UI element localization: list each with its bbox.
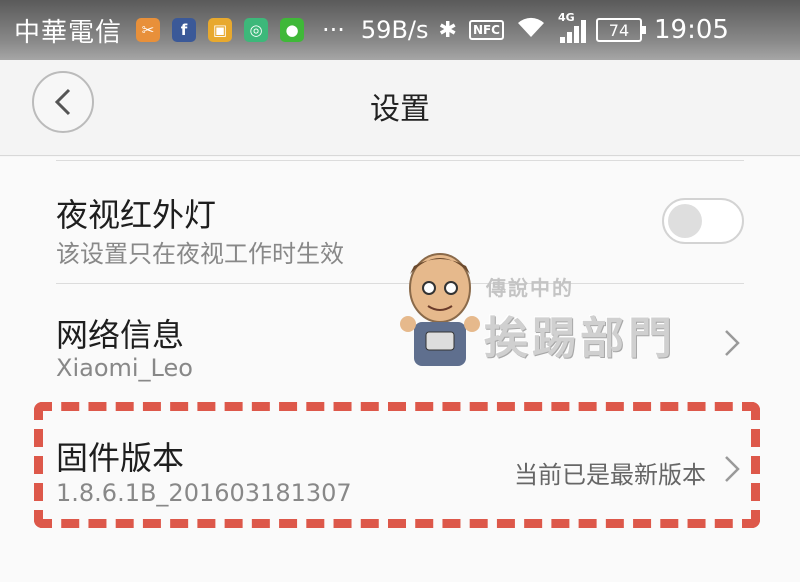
watermark-line1: 傳說中的 bbox=[486, 276, 574, 300]
mi-home-icon: ◎ bbox=[244, 18, 269, 42]
highlight-box bbox=[34, 402, 760, 528]
clock: 19:05 bbox=[653, 15, 729, 45]
nfc-icon: NFC bbox=[468, 20, 504, 40]
page-title: 设置 bbox=[370, 92, 430, 127]
bluetooth-icon: ✱ bbox=[438, 17, 457, 43]
toggle-knob bbox=[668, 204, 702, 238]
network-type: 4G bbox=[557, 11, 575, 24]
facebook-icon: f bbox=[172, 18, 197, 42]
network-subtitle: Xiaomi_Leo bbox=[56, 354, 193, 382]
network-speed: 59B/s bbox=[360, 16, 429, 44]
night-ir-toggle[interactable] bbox=[662, 198, 744, 244]
night-ir-title: 夜视红外灯 bbox=[56, 196, 217, 234]
watermark-line2: 挨踢部門 bbox=[484, 313, 676, 364]
status-bar: 中華電信 ✂ f ▣ ◎ ● ··· 59B/s ✱ NFC 4G 74 19:… bbox=[0, 0, 800, 60]
watermark: 傳說中的 挨踢部門 bbox=[400, 240, 700, 375]
tools-app-icon: ✂ bbox=[136, 18, 161, 42]
battery-icon: 74 bbox=[595, 18, 646, 42]
cartoon-mascot-icon bbox=[400, 253, 480, 366]
battery-level: 74 bbox=[608, 20, 630, 40]
cell-signal-icon: 4G bbox=[558, 11, 586, 43]
lock-app-icon: ▣ bbox=[208, 18, 233, 42]
wechat-icon: ● bbox=[280, 18, 305, 42]
title-bar: 设置 bbox=[0, 60, 800, 156]
network-title: 网络信息 bbox=[56, 316, 185, 354]
chevron-right-icon bbox=[725, 330, 740, 356]
overflow-icon: ··· bbox=[322, 16, 345, 44]
night-ir-subtitle: 该设置只在夜视工作时生效 bbox=[56, 240, 344, 268]
wifi-icon bbox=[516, 15, 546, 45]
carrier-name: 中華電信 bbox=[14, 17, 123, 48]
